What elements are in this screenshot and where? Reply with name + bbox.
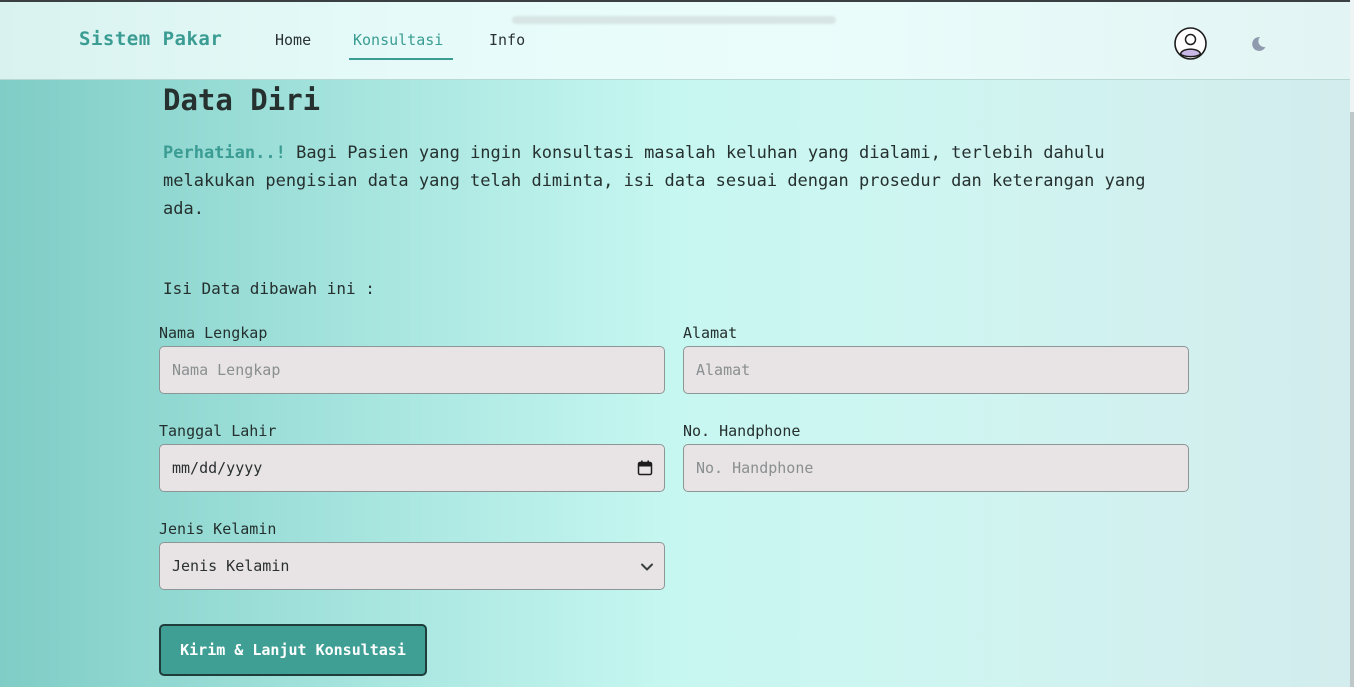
alamat-label: Alamat	[683, 324, 738, 342]
form-instruction: Isi Data dibawah ini :	[163, 279, 375, 298]
nav-home[interactable]: Home	[275, 31, 311, 49]
page-title: Data Diri	[163, 83, 321, 117]
nav-info[interactable]: Info	[489, 31, 525, 49]
warning-label: Perhatian..!	[163, 143, 286, 163]
top-navbar: Sistem Pakar Home Konsultasi Info	[0, 2, 1350, 80]
gender-selected: Jenis Kelamin	[172, 557, 290, 575]
gender-label: Jenis Kelamin	[159, 520, 277, 538]
nav-active-indicator	[349, 58, 453, 60]
blurred-banner	[512, 16, 836, 24]
alamat-input[interactable]: Alamat	[683, 346, 1189, 394]
nama-placeholder: Nama Lengkap	[172, 361, 281, 379]
tanggal-label: Tanggal Lahir	[159, 422, 277, 440]
brand-logo-text[interactable]: Sistem Pakar	[79, 28, 222, 50]
intro-body: Bagi Pasien yang ingin konsultasi masala…	[163, 143, 1146, 219]
intro-text: Perhatian..! Bagi Pasien yang ingin kons…	[163, 139, 1163, 223]
user-circle-icon[interactable]	[1174, 27, 1207, 60]
tanggal-value: mm/dd/yyyy	[172, 459, 263, 477]
hp-placeholder: No. Handphone	[696, 459, 814, 477]
hp-input[interactable]: No. Handphone	[683, 444, 1189, 492]
moon-icon[interactable]	[1249, 35, 1267, 53]
nama-input[interactable]: Nama Lengkap	[159, 346, 665, 394]
gender-select[interactable]: Jenis Kelamin	[159, 542, 665, 590]
tanggal-input[interactable]: mm/dd/yyyy	[159, 444, 665, 492]
nama-label: Nama Lengkap	[159, 324, 268, 342]
calendar-icon[interactable]	[637, 460, 653, 476]
chevron-down-icon	[641, 563, 653, 571]
alamat-placeholder: Alamat	[696, 361, 751, 379]
nav-konsultasi[interactable]: Konsultasi	[353, 31, 443, 49]
scrollbar-thumb[interactable]	[1350, 112, 1354, 687]
hp-label: No. Handphone	[683, 422, 801, 440]
submit-button[interactable]: Kirim & Lanjut Konsultasi	[159, 624, 427, 676]
